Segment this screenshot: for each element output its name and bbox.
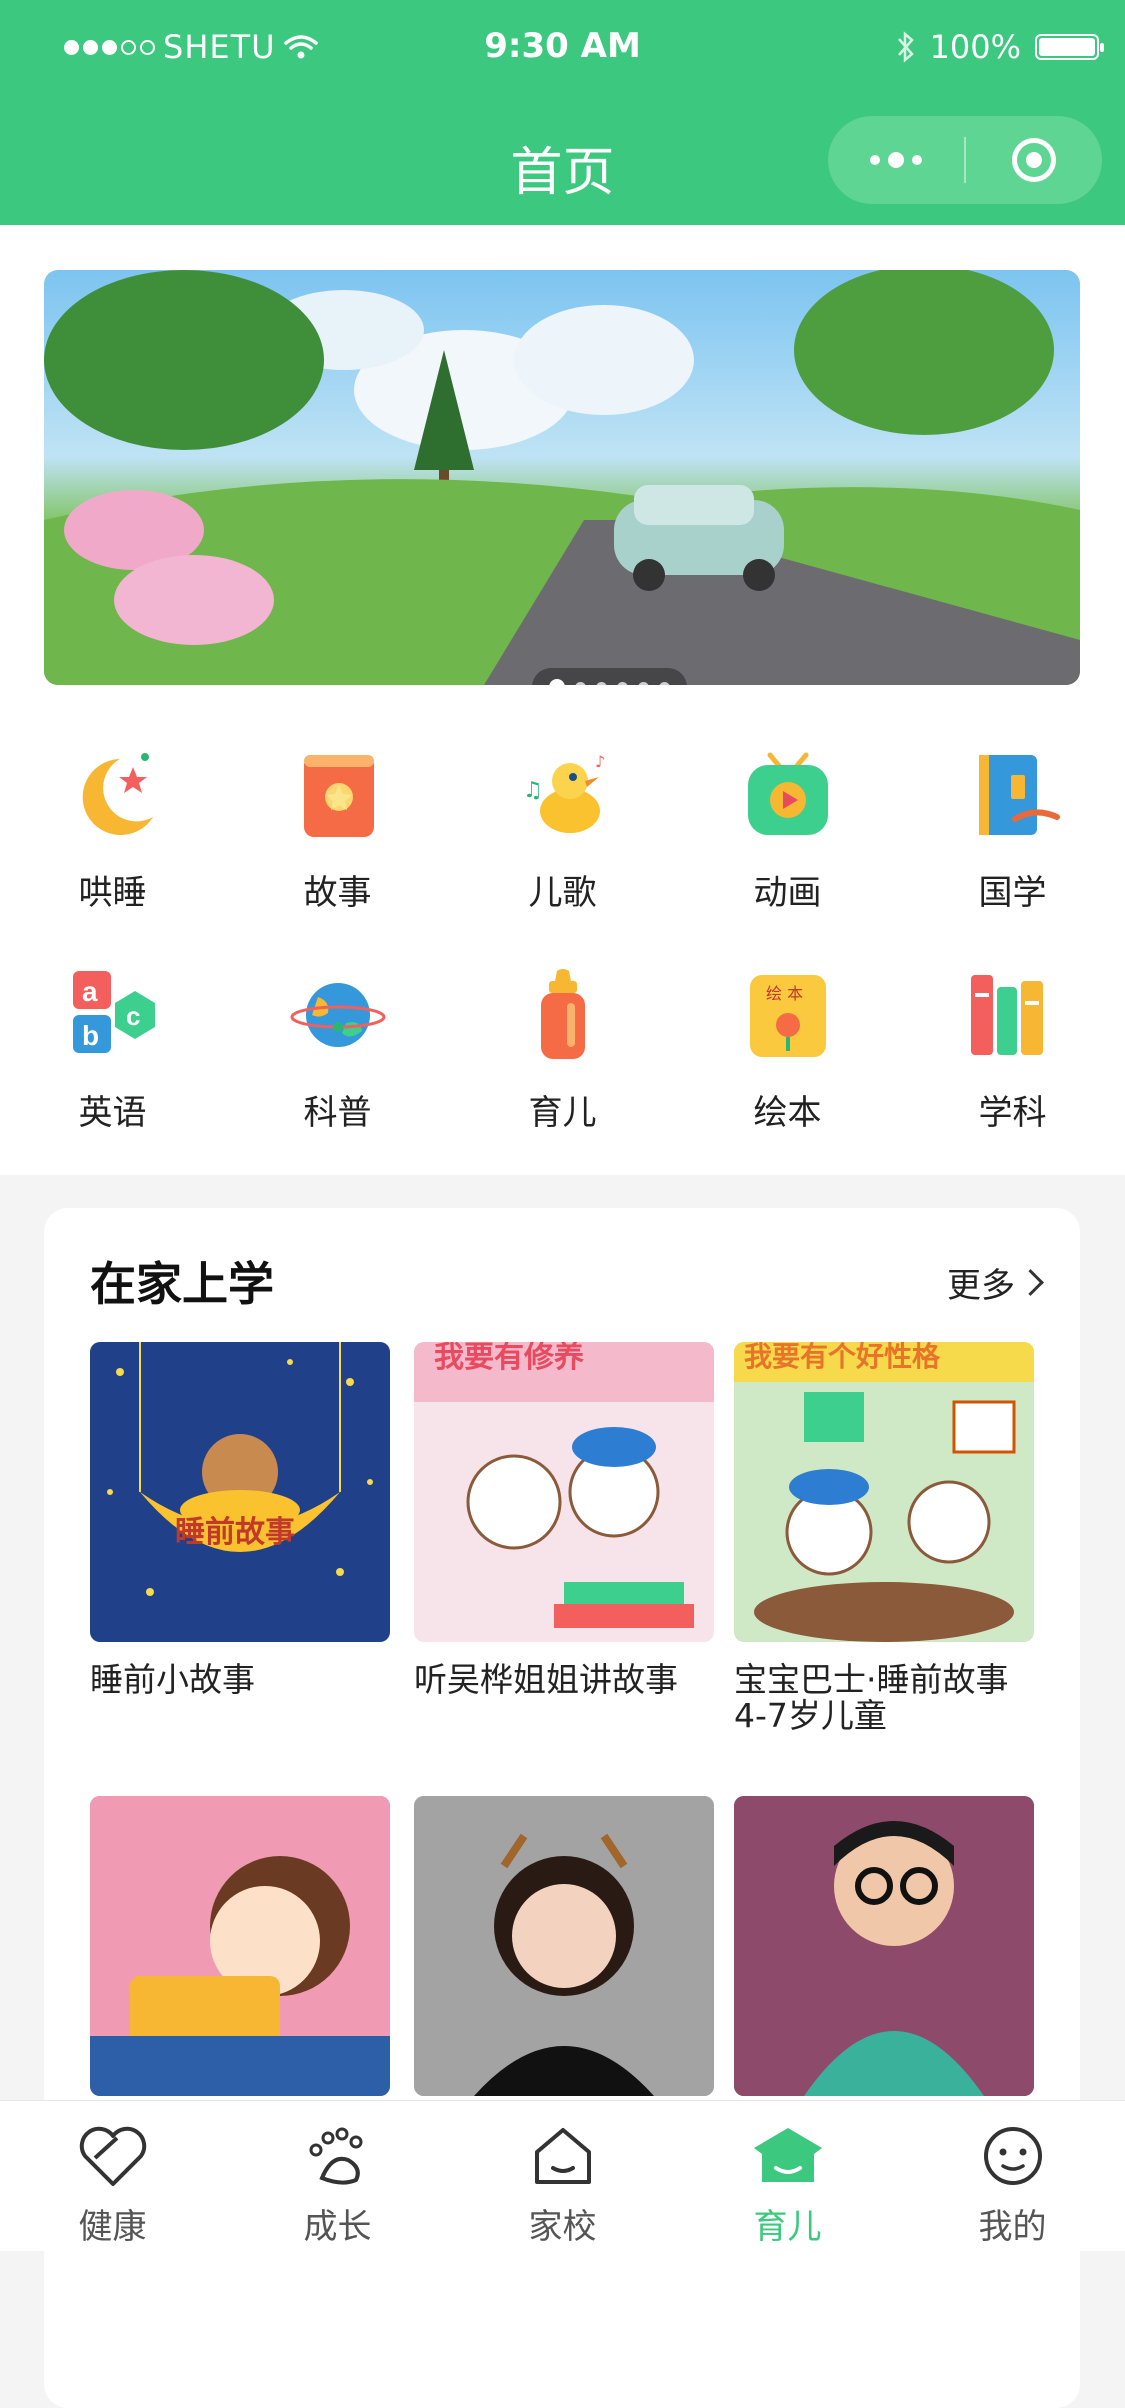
top-section: 哄睡 故事 ♫ ♪ 儿歌 动画 国学 a b c 英语 科普 育儿 绘 本 绘本… (0, 225, 1125, 1175)
books-icon (970, 975, 1043, 1055)
category-english[interactable]: a b c 英语 (0, 955, 225, 1155)
thumbnail: 睡前故事 (90, 1342, 390, 1642)
tab-growth[interactable]: 成长 (225, 2101, 450, 2251)
abc-blocks-icon: a b c (72, 971, 155, 1053)
item-title: 宝宝巴士·睡前故事4-7岁儿童 (734, 1660, 1009, 1735)
category-songs[interactable]: ♫ ♪ 儿歌 (450, 735, 675, 935)
mini-program-capsule (828, 116, 1102, 204)
list-item[interactable] (414, 1796, 714, 2096)
section-title: 在家上学 (90, 1257, 274, 1311)
svg-text:b: b (82, 1020, 99, 1051)
tab-parenting[interactable]: 育儿 (675, 2101, 900, 2251)
svg-text:♪: ♪ (595, 752, 605, 771)
tab-school[interactable]: 家校 (450, 2101, 675, 2251)
smiley-icon (973, 2121, 1053, 2191)
carousel-indicators[interactable] (532, 668, 687, 685)
chevron-right-icon (1017, 1269, 1044, 1296)
category-classics[interactable]: 国学 (900, 735, 1125, 935)
status-bar: SHETU 9:30 AM 100% (0, 0, 1125, 100)
category-picture-books[interactable]: 绘 本 绘本 (675, 955, 900, 1155)
classic-book-icon (978, 755, 1060, 835)
close-program-button[interactable] (966, 116, 1102, 204)
svg-text:a: a (82, 976, 98, 1007)
thumbnail: 我要有个好性格 (734, 1342, 1034, 1642)
more-dots-icon (870, 152, 922, 168)
category-animation[interactable]: 动画 (675, 735, 900, 935)
thumb-title: 我要有修养 (434, 1342, 584, 1375)
baby-bottle-icon (540, 969, 585, 1059)
moon-icon (82, 753, 153, 835)
item-title: 睡前小故事 (90, 1660, 255, 1699)
tab-bar: 健康 成长 家校 育儿 我的 (0, 2100, 1125, 2251)
svg-text:♫: ♫ (523, 778, 543, 803)
duck-icon: ♫ ♪ (523, 752, 605, 833)
thumbnail (90, 1796, 390, 2096)
story-book-icon (303, 755, 374, 837)
target-icon (1012, 138, 1056, 182)
thumbnail: 我要有修养 (414, 1342, 714, 1642)
list-item[interactable] (734, 1796, 1034, 2096)
category-subjects[interactable]: 学科 (900, 955, 1125, 1155)
battery-percent: 100% (929, 28, 1021, 66)
planet-icon (290, 983, 385, 1047)
item-title: 听吴桦姐姐讲故事 (414, 1660, 678, 1699)
category-sleep[interactable]: 哄睡 (0, 735, 225, 935)
category-parenting[interactable]: 育儿 (450, 955, 675, 1155)
thumbnail (414, 1796, 714, 2096)
more-menu-button[interactable] (828, 116, 964, 204)
battery-icon (1035, 34, 1104, 60)
list-item[interactable]: 睡前故事 睡前小故事 (90, 1342, 390, 1698)
tv-play-icon (747, 752, 828, 835)
thumbnail (734, 1796, 1034, 2096)
status-right: 100% (896, 28, 1104, 66)
tab-health[interactable]: 健康 (0, 2101, 225, 2251)
banner-carousel[interactable] (44, 270, 1080, 685)
svg-text:c: c (126, 1001, 140, 1031)
thumb-title: 睡前故事 (175, 1515, 295, 1550)
header: SHETU 9:30 AM 100% 首页 (0, 0, 1125, 225)
list-item[interactable] (90, 1796, 390, 2096)
tab-me[interactable]: 我的 (900, 2101, 1125, 2251)
svg-text:绘 本: 绘 本 (766, 984, 803, 1003)
house-filled-icon (748, 2121, 828, 2191)
category-science[interactable]: 科普 (225, 955, 450, 1155)
thumb-title: 我要有个好性格 (744, 1342, 941, 1373)
more-link[interactable]: 更多 (947, 1258, 1044, 1307)
heart-icon (73, 2121, 153, 2191)
footprint-icon (298, 2121, 378, 2191)
house-icon (523, 2121, 603, 2191)
banner-image (44, 270, 1080, 685)
picture-book-icon: 绘 本 (749, 975, 826, 1057)
list-item[interactable]: 我要有个好性格 宝宝巴士·睡前故事4-7岁儿童 (734, 1342, 1034, 1734)
bluetooth-icon (897, 31, 914, 63)
list-item[interactable]: 我要有修养 听吴桦姐姐讲故事 (414, 1342, 714, 1698)
category-story[interactable]: 故事 (225, 735, 450, 935)
